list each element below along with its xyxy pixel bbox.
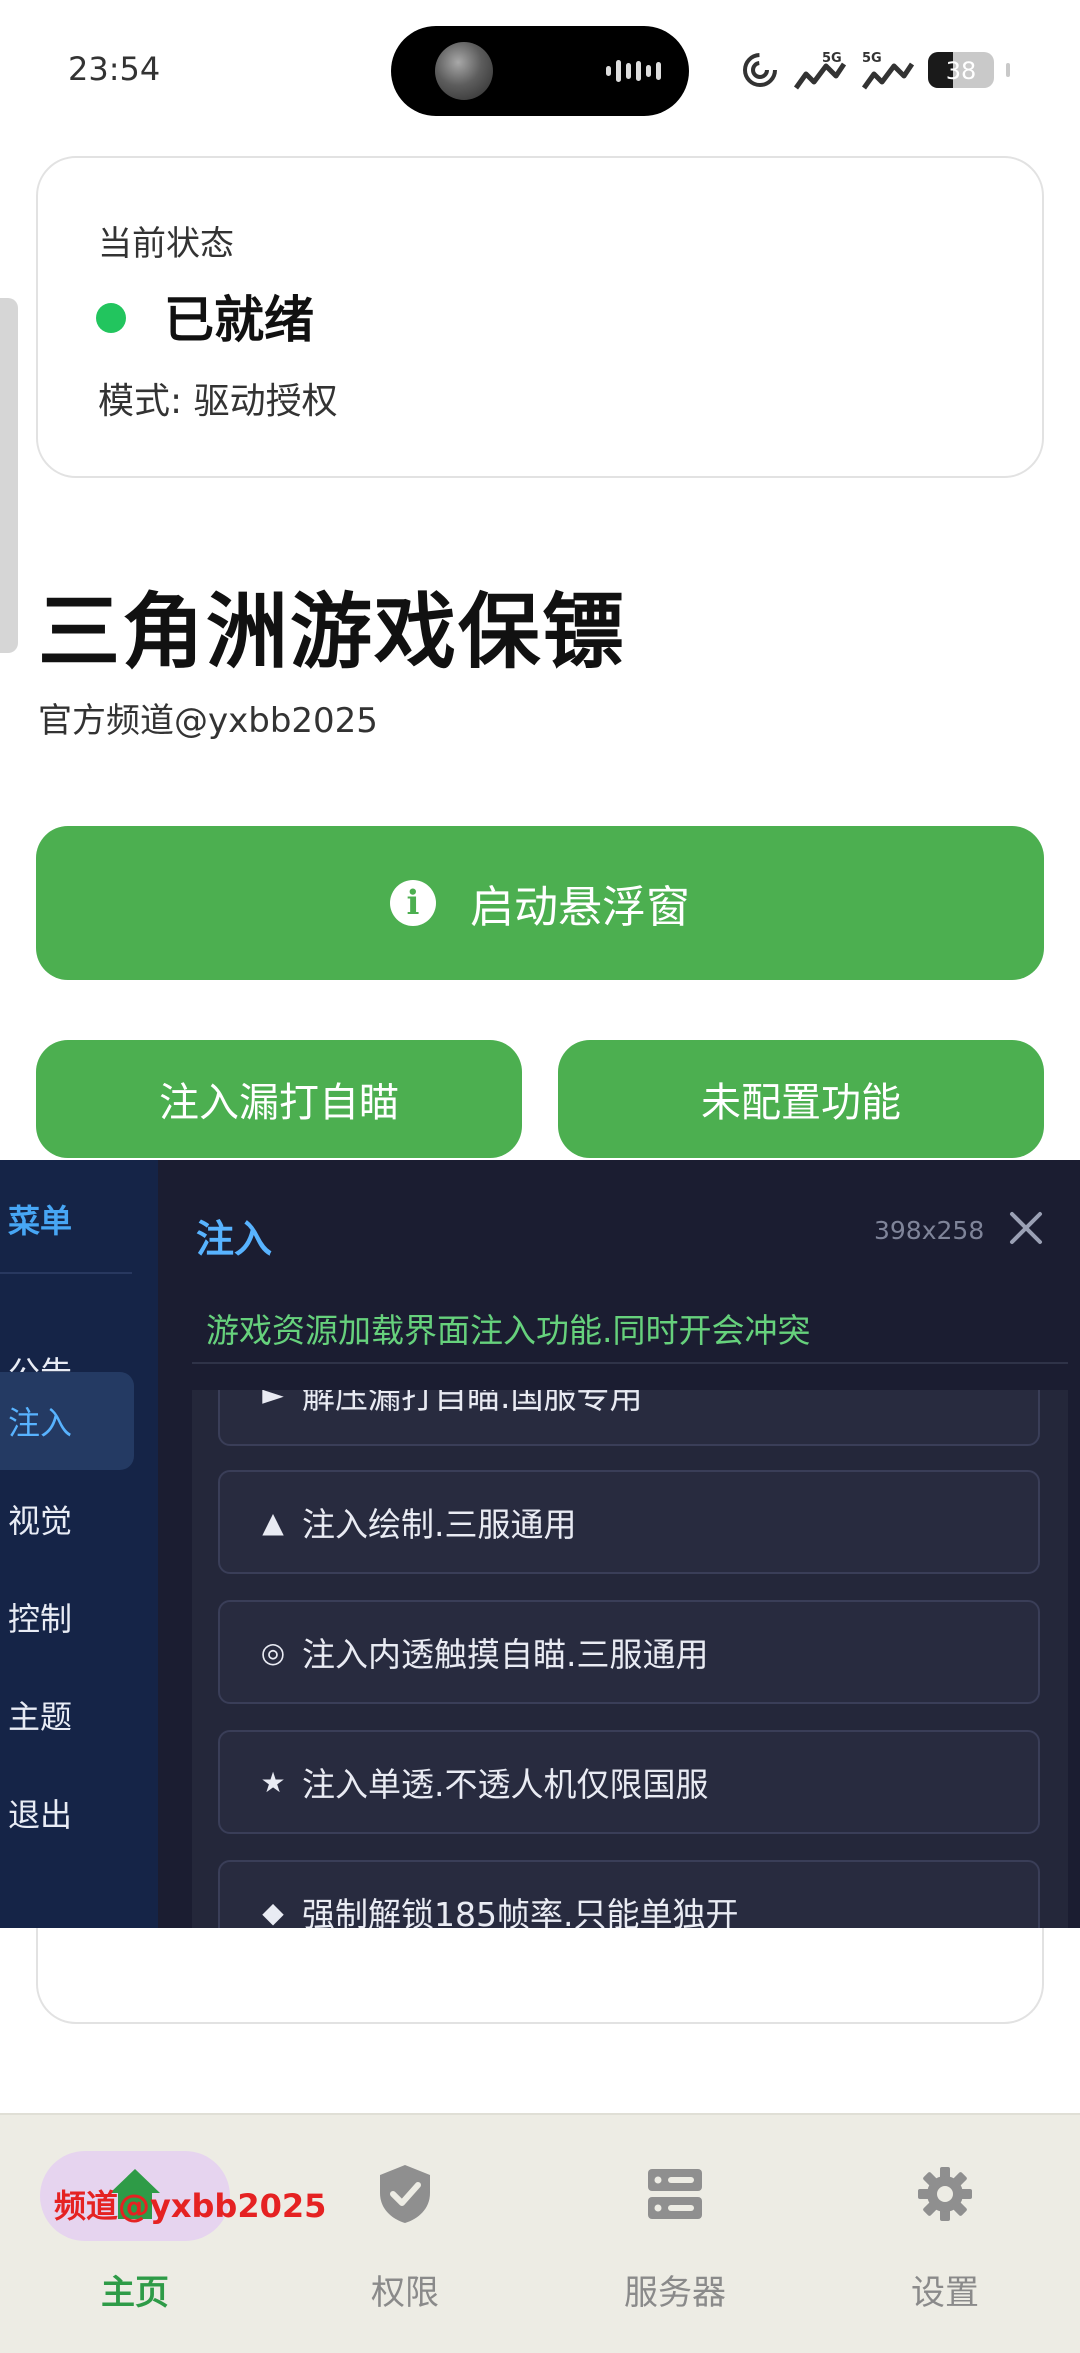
channel-link: 官方频道@yxbb2025 — [38, 701, 378, 741]
window-size-readout: 398x258 — [874, 1216, 985, 1245]
status-time: 23:54 — [68, 50, 161, 88]
target-icon: ◎ — [260, 1635, 286, 1669]
gear-icon — [918, 2167, 972, 2221]
star-icon: ★ — [260, 1765, 286, 1799]
battery-icon: 38 — [928, 52, 994, 88]
status-bar: 23:54 5G 5G 38 — [0, 0, 1080, 140]
diamond-icon: ◆ — [262, 1895, 284, 1929]
menu-item-inject[interactable]: 注入 — [0, 1372, 134, 1470]
edge-handle[interactable] — [0, 298, 18, 653]
inject-aim-button[interactable]: 注入漏打自瞄 — [36, 1040, 522, 1158]
menu-item-theme[interactable]: 主题 — [0, 1666, 134, 1764]
status-label: 当前状态 — [98, 224, 234, 264]
status-dot-icon — [96, 303, 126, 333]
option-unpack-aim[interactable]: ► 解压漏打自瞄.国服专用 — [218, 1390, 1040, 1446]
option-unlock-framerate[interactable]: ◆ 强制解锁185帧率.只能单独开 — [218, 1860, 1040, 1928]
hotspot-icon — [743, 53, 777, 87]
battery-level: 38 — [945, 57, 977, 85]
menu-item-visual[interactable]: 视觉 — [0, 1470, 134, 1568]
option-inject-draw[interactable]: ▲ 注入绘制.三服通用 — [218, 1470, 1040, 1574]
option-label: 注入绘制.三服通用 — [302, 1505, 577, 1544]
nav-item-permissions[interactable]: 权限 — [270, 2115, 540, 2353]
nav-item-home[interactable]: 主页 — [0, 2115, 270, 2353]
start-float-window-label: 启动悬浮窗 — [470, 882, 690, 933]
info-icon: i — [390, 880, 436, 926]
start-float-window-button[interactable]: i 启动悬浮窗 — [36, 826, 1044, 980]
option-inject-touch-aim[interactable]: ◎ 注入内透触摸自瞄.三服通用 — [218, 1600, 1040, 1704]
cellular-signal-1-icon: 5G — [793, 51, 847, 90]
floating-menu-title: 菜单 — [8, 1202, 73, 1240]
bottom-nav: 主页 权限 服务器 设置 — [0, 2113, 1080, 2353]
page-title: 三角洲游戏保镖 — [38, 585, 627, 680]
nav-item-server[interactable]: 服务器 — [540, 2115, 810, 2353]
panel-divider — [192, 1362, 1068, 1364]
unconfigured-feature-button[interactable]: 未配置功能 — [558, 1040, 1044, 1158]
audio-wave-icon — [606, 60, 661, 82]
option-label: 解压漏打自瞄.国服专用 — [302, 1390, 643, 1416]
option-inject-single-see[interactable]: ★ 注入单透.不透人机仅限国服 — [218, 1730, 1040, 1834]
triangle-icon: ▲ — [262, 1505, 284, 1539]
status-icons: 5G 5G 38 — [740, 48, 1010, 92]
nav-label-permissions: 权限 — [371, 2273, 439, 2313]
panel-description: 游戏资源加载界面注入功能.同时开会冲突 — [206, 1311, 811, 1350]
panel-title: 注入 — [196, 1217, 273, 1261]
sidebar-divider — [0, 1272, 132, 1274]
nav-label-server: 服务器 — [624, 2273, 726, 2313]
cellular-signal-2-icon: 5G — [861, 51, 915, 90]
media-avatar — [435, 42, 493, 100]
option-label: 注入单透.不透人机仅限国服 — [302, 1765, 709, 1804]
app-screen: 23:54 5G 5G 38 当前状态 已就绪 模式: 驱动授权 三角洲游戏保镖… — [0, 0, 1080, 2353]
status-card: 当前状态 已就绪 模式: 驱动授权 — [36, 156, 1044, 478]
nav-label-home: 主页 — [101, 2273, 169, 2313]
watermark-text: 频道@yxbb2025 — [54, 2187, 327, 2225]
svg-text:5G: 5G — [862, 51, 882, 66]
nav-item-settings[interactable]: 设置 — [810, 2115, 1080, 2353]
play-icon: ► — [262, 1390, 284, 1411]
menu-item-control[interactable]: 控制 — [0, 1568, 134, 1666]
close-icon[interactable] — [1004, 1206, 1048, 1250]
option-label: 注入内透触摸自瞄.三服通用 — [302, 1635, 709, 1674]
nav-label-settings: 设置 — [911, 2273, 979, 2313]
option-label: 强制解锁185帧率.只能单独开 — [302, 1895, 739, 1928]
floating-menu-window[interactable]: 菜单 公告 注入 视觉 控制 主题 退出 注入 398x258 游戏资源加载界面… — [0, 1160, 1080, 1928]
status-value: 已就绪 — [164, 291, 314, 349]
server-icon — [648, 2169, 702, 2219]
dynamic-island[interactable] — [391, 26, 689, 116]
battery-tip — [1006, 63, 1010, 77]
status-mode: 模式: 驱动授权 — [98, 381, 338, 422]
menu-item-exit[interactable]: 退出 — [0, 1764, 134, 1862]
option-list[interactable]: ► 解压漏打自瞄.国服专用 ▲ 注入绘制.三服通用 ◎ 注入内透触摸自瞄.三服通… — [192, 1390, 1068, 1928]
floating-menu-sidebar: 菜单 公告 注入 视觉 控制 主题 退出 — [0, 1160, 158, 1928]
shield-check-icon — [380, 2165, 430, 2223]
